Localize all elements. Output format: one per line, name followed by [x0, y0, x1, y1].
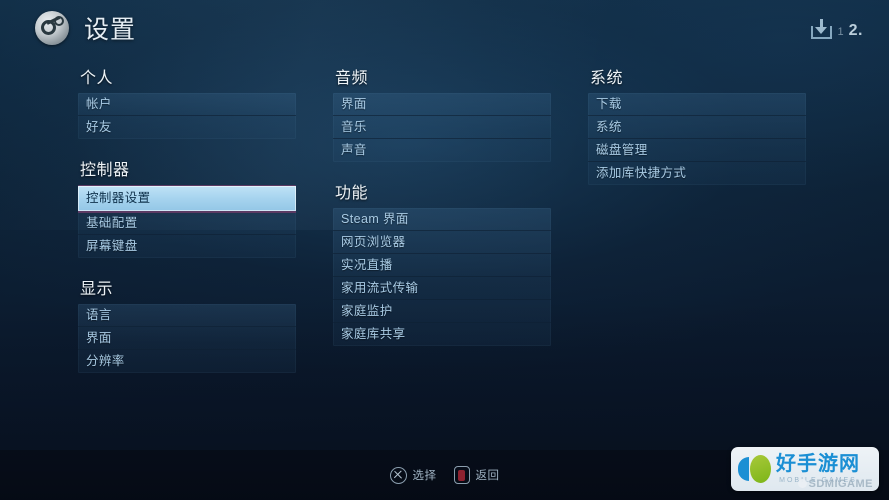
settings-item[interactable]: 界面: [333, 93, 551, 116]
page-title: 设置: [84, 16, 137, 44]
column-left: 个人帐户 好友控制器控制器设置 基础配置 屏幕键盘显示语言 界面 分辨率: [78, 64, 296, 390]
column-right: 系统 下载 系统 磁盘管理 添加库快捷方式: [588, 64, 806, 202]
settings-item-selected[interactable]: 控制器设置: [78, 186, 296, 211]
settings-item-list: 界面 音乐 声音: [333, 93, 551, 162]
hint-select[interactable]: 选择: [389, 466, 437, 484]
watermark-overlay-dot: [797, 479, 807, 488]
settings-group: 控制器控制器设置 基础配置 屏幕键盘: [78, 156, 296, 258]
watermark-title: 好手游网: [776, 453, 860, 475]
hint-select-label: 选择: [412, 470, 437, 482]
settings-item[interactable]: 基础配置: [78, 212, 296, 235]
settings-item[interactable]: 网页浏览器: [333, 231, 551, 254]
settings-item[interactable]: 声音: [333, 139, 551, 162]
settings-group-title: 音频: [335, 70, 369, 87]
settings-group: 音频 界面 音乐 声音: [333, 64, 551, 162]
settings-item[interactable]: 屏幕键盘: [78, 235, 296, 258]
hint-back[interactable]: 返回: [453, 466, 500, 484]
settings-item[interactable]: 下载: [588, 93, 806, 116]
settings-group-title: 系统: [590, 70, 624, 87]
header-status-area: 1 2.: [810, 17, 863, 40]
settings-item[interactable]: 家庭监护: [333, 300, 551, 323]
settings-group-title: 个人: [80, 70, 114, 87]
settings-item-list: Steam 界面 网页浏览器 实况直播 家用流式传输 家庭监护 家庭库共享: [333, 208, 551, 346]
settings-item-list: 控制器设置 基础配置 屏幕键盘: [78, 185, 296, 258]
hint-back-label: 返回: [475, 470, 500, 482]
button-x-icon: [389, 466, 407, 484]
settings-item-list: 下载 系统 磁盘管理 添加库快捷方式: [588, 93, 806, 185]
watermark-mark-icon: [738, 454, 772, 484]
steam-logo-icon: [35, 11, 69, 45]
watermark-overlay-label: SDMIGAME: [808, 478, 873, 490]
watermark-green-shape: [750, 455, 771, 483]
download-tray: [810, 25, 832, 39]
column-middle: 音频界面 音乐 声音功能 Steam 界面 网页浏览器 实况直播 家用流式传输 家庭监护 家庭库…: [333, 64, 551, 363]
settings-group-title: 控制器: [80, 162, 130, 179]
settings-group: 个人 帐户 好友: [78, 64, 296, 139]
download-count: 1: [837, 25, 844, 38]
settings-item[interactable]: 界面: [78, 327, 296, 350]
download-icon[interactable]: [810, 17, 833, 40]
settings-item[interactable]: 系统: [588, 116, 806, 139]
watermark-blue-shape: [738, 457, 749, 481]
header-secondary-number: 2.: [848, 21, 863, 39]
watermark-overlay-text: SDMIGAME: [797, 478, 874, 490]
settings-item[interactable]: 好友: [78, 116, 296, 139]
settings-group: 系统 下载 系统 磁盘管理 添加库快捷方式: [588, 64, 806, 185]
watermark-logo: 好手游网 MOBILE GAMES SDMIGAME: [731, 447, 879, 491]
settings-group-title: 显示: [80, 281, 114, 298]
steam-logo-inner-ring: [54, 16, 64, 26]
steam-big-picture-settings-screen: 设置 1 2. 个人 帐户 好友 控制器 控制器设置 基础配置 屏幕键盘 显示 语言 界面 分辨率 …: [0, 0, 889, 500]
settings-item[interactable]: Steam 界面: [333, 208, 551, 231]
settings-item[interactable]: 家用流式传输: [333, 277, 551, 300]
settings-item[interactable]: 音乐: [333, 116, 551, 139]
settings-item[interactable]: 家庭库共享: [333, 323, 551, 346]
settings-item-list: 帐户 好友: [78, 93, 296, 139]
header-bar: 设置 1 2.: [0, 0, 889, 56]
settings-group-title: 功能: [335, 185, 369, 202]
settings-item[interactable]: 磁盘管理: [588, 139, 806, 162]
button-back-icon: [453, 466, 470, 484]
settings-item[interactable]: 分辨率: [78, 350, 296, 373]
settings-item-list: 语言 界面 分辨率: [78, 304, 296, 373]
settings-item[interactable]: 帐户: [78, 93, 296, 116]
settings-group: 功能 Steam 界面 网页浏览器 实况直播 家用流式传输 家庭监护 家庭库共享: [333, 179, 551, 346]
settings-group: 显示 语言 界面 分辨率: [78, 275, 296, 373]
settings-item[interactable]: 实况直播: [333, 254, 551, 277]
settings-item[interactable]: 语言: [78, 304, 296, 327]
settings-item[interactable]: 添加库快捷方式: [588, 162, 806, 185]
